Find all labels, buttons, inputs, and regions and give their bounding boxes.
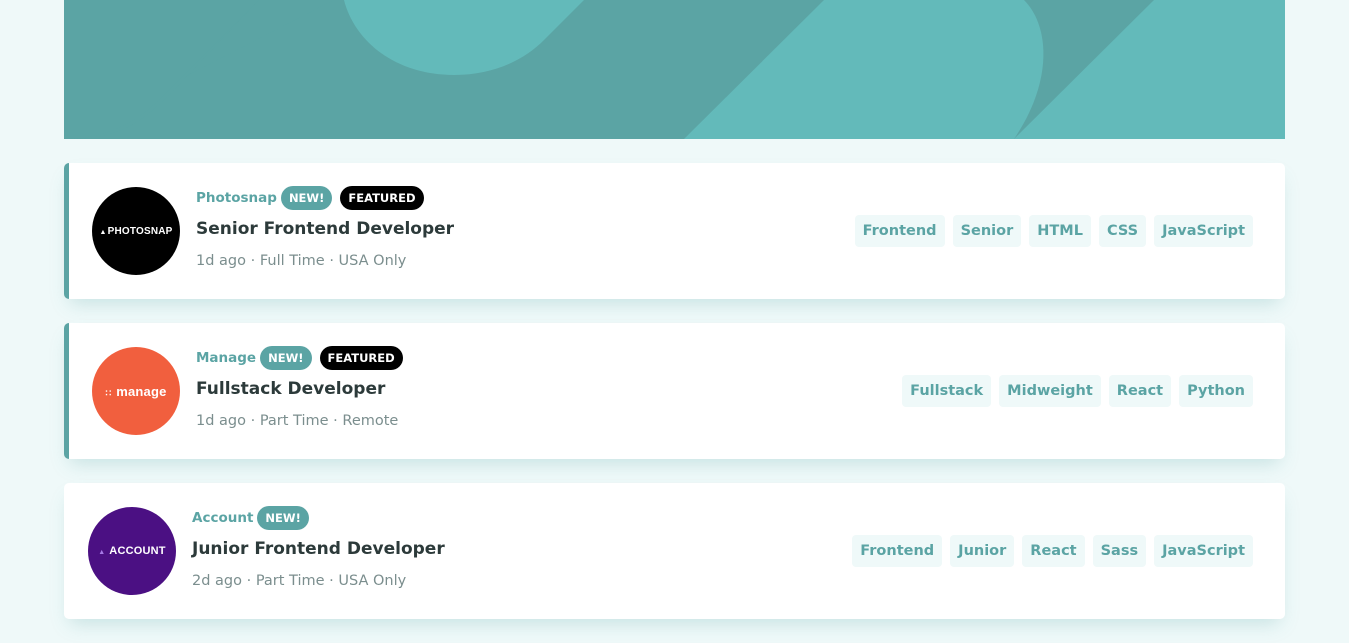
job-tags: Frontend Junior React Sass JavaScript [852, 535, 1253, 567]
tag-react[interactable]: React [1108, 375, 1172, 407]
contract-type: Part Time [259, 413, 329, 429]
contract-type: Part Time [255, 573, 325, 589]
tag-javascript[interactable]: JavaScript [1154, 535, 1253, 567]
company-name[interactable]: Account [192, 510, 253, 526]
company-logo: ∷ manage [92, 347, 180, 435]
new-badge: NEW! [280, 186, 333, 210]
tag-fullstack[interactable]: Fullstack [902, 375, 992, 407]
header-banner [64, 0, 1285, 139]
job-info: Account NEW! Junior Frontend Developer 2… [192, 506, 445, 591]
company-row: Manage NEW! FEATURED [196, 346, 403, 370]
job-location: USA Only [338, 573, 407, 589]
tag-css[interactable]: CSS [1098, 215, 1147, 247]
new-badge: NEW! [260, 346, 312, 370]
tag-midweight[interactable]: Midweight [999, 375, 1101, 407]
tag-senior[interactable]: Senior [952, 215, 1022, 247]
header-pattern [64, 0, 1285, 139]
featured-badge: FEATURED [319, 346, 403, 370]
company-name[interactable]: Manage [196, 350, 256, 366]
company-name[interactable]: Photosnap [196, 190, 277, 206]
job-card-manage[interactable]: ∷ manage Manage NEW! FEATURED Fullstack … [64, 323, 1285, 459]
account-logo-icon: ▲ [98, 549, 106, 556]
company-logo: ▲PHOTOSNAP [92, 187, 180, 275]
job-tags: Fullstack Midweight React Python [902, 375, 1253, 407]
job-meta: 1d ago · Full Time · USA Only [196, 253, 407, 269]
job-card-photosnap[interactable]: ▲PHOTOSNAP Photosnap NEW! FEATURED Senio… [64, 163, 1285, 299]
tag-javascript[interactable]: JavaScript [1154, 215, 1253, 247]
posted-at: 1d ago [196, 413, 246, 429]
company-logo: ▲ ACCOUNT [88, 507, 176, 595]
logo-text: ACCOUNT [109, 545, 166, 557]
job-meta: 2d ago · Part Time · USA Only [192, 573, 407, 589]
logo-text: manage [116, 383, 167, 399]
tag-frontend[interactable]: Frontend [852, 535, 943, 567]
job-position[interactable]: Fullstack Developer [196, 378, 403, 400]
tag-junior[interactable]: Junior [950, 535, 1015, 567]
tag-frontend[interactable]: Frontend [854, 215, 945, 247]
photosnap-logo-icon: ▲ [99, 228, 107, 236]
contract-type: Full Time [259, 253, 325, 269]
new-badge: NEW! [257, 506, 309, 530]
manage-logo-icon: ∷ [105, 387, 112, 398]
logo-text: PHOTOSNAP [107, 225, 173, 237]
job-tags: Frontend Senior HTML CSS JavaScript [854, 215, 1253, 247]
tag-sass[interactable]: Sass [1092, 535, 1147, 567]
job-position[interactable]: Junior Frontend Developer [192, 538, 445, 560]
posted-at: 2d ago [192, 573, 242, 589]
job-info: Manage NEW! FEATURED Fullstack Developer… [196, 346, 403, 431]
featured-badge: FEATURED [340, 186, 424, 210]
posted-at: 1d ago [196, 253, 246, 269]
job-card-account[interactable]: ▲ ACCOUNT Account NEW! Junior Frontend D… [64, 483, 1285, 619]
job-location: USA Only [338, 253, 407, 269]
job-meta: 1d ago · Part Time · Remote [196, 413, 399, 429]
job-location: Remote [342, 413, 399, 429]
job-position[interactable]: Senior Frontend Developer [196, 218, 454, 240]
tag-react[interactable]: React [1022, 535, 1085, 567]
company-row: Photosnap NEW! FEATURED [196, 186, 454, 210]
company-row: Account NEW! [192, 506, 445, 530]
tag-html[interactable]: HTML [1029, 215, 1091, 247]
tag-python[interactable]: Python [1179, 375, 1253, 407]
job-info: Photosnap NEW! FEATURED Senior Frontend … [196, 186, 454, 271]
